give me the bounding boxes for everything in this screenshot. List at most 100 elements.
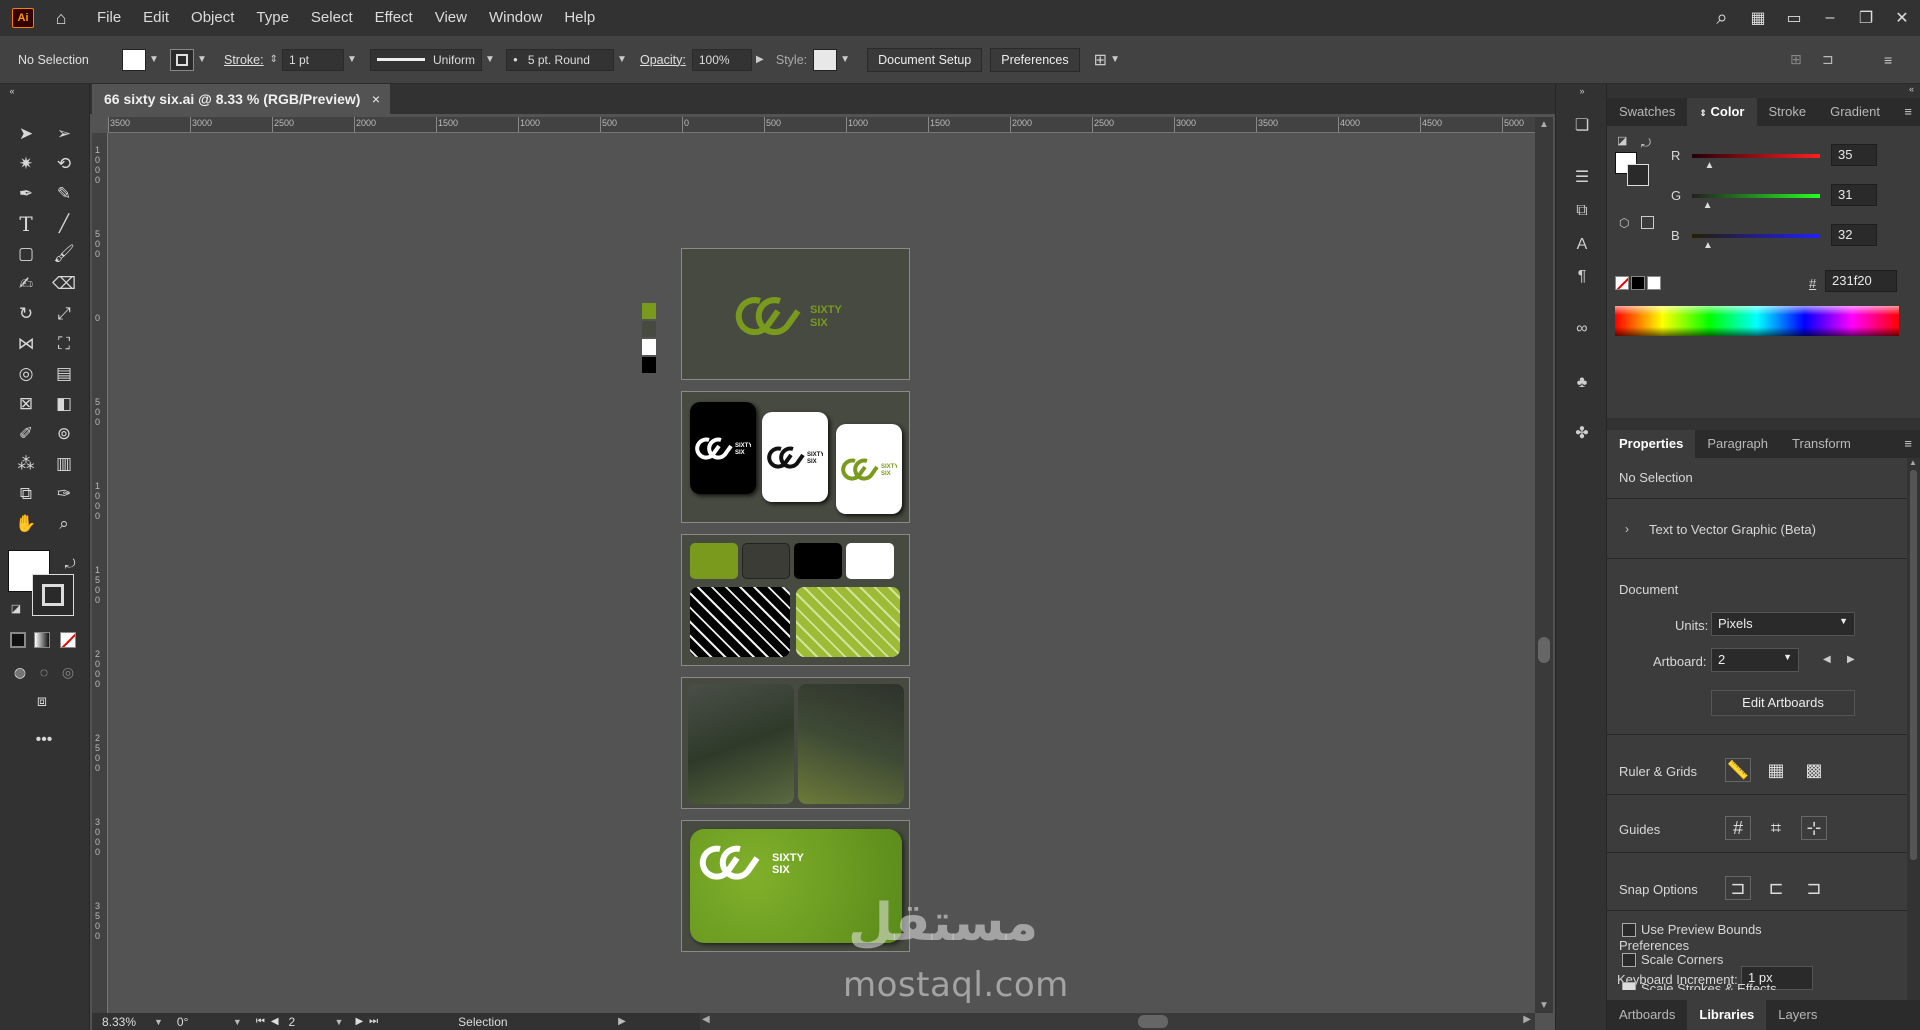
chevron-down-icon[interactable]: ▼	[154, 1017, 163, 1027]
opacity-field[interactable]: 100%	[691, 48, 752, 71]
tab-paragraph[interactable]: Paragraph	[1695, 430, 1780, 458]
menu-object[interactable]: Object	[180, 0, 245, 36]
edit-artboards-button[interactable]: Edit Artboards	[1711, 690, 1855, 716]
document-setup-button[interactable]: Document Setup	[867, 47, 983, 72]
fill-swatch[interactable]	[122, 48, 146, 71]
graphic-style-swatch[interactable]	[813, 48, 838, 71]
none-color-swatch[interactable]	[1615, 276, 1629, 290]
align-panel-icon[interactable]: ☰	[1568, 164, 1596, 190]
vertical-scroll-thumb[interactable]	[1538, 637, 1550, 663]
symbol-sprayer-tool-icon[interactable]: ⁂	[12, 450, 40, 478]
slice-tool-icon[interactable]: ✑	[50, 480, 78, 508]
chevron-down-icon[interactable]: ▼	[1107, 54, 1123, 65]
snap-to-grid-icon[interactable]: ⊏	[1763, 876, 1789, 900]
show-guides-icon[interactable]: #	[1725, 816, 1751, 840]
type-tool-icon[interactable]: T	[12, 210, 40, 238]
b-slider[interactable]	[1692, 234, 1820, 238]
tab-properties[interactable]: Properties	[1607, 430, 1696, 458]
rectangle-tool-icon[interactable]: ▢	[12, 240, 40, 268]
properties-menu-icon[interactable]: ≡	[1904, 430, 1912, 458]
menu-view[interactable]: View	[424, 0, 478, 36]
r-value-field[interactable]: 35	[1831, 144, 1877, 166]
artboard-select[interactable]: 2 ▼	[1711, 648, 1799, 672]
artboard-tool-icon[interactable]: ⧉	[12, 480, 40, 508]
arrange-documents-icon[interactable]: ▦	[1740, 8, 1776, 28]
swap-fill-stroke-icon[interactable]: ⤾	[56, 550, 84, 578]
free-transform-tool-icon[interactable]: ⛶	[50, 330, 78, 358]
snap-to-point-icon[interactable]: ⊐	[1725, 876, 1751, 900]
links-panel-icon[interactable]: ∞	[1568, 316, 1596, 342]
horizontal-scrollbar[interactable]: ◀ ▶	[700, 1013, 1535, 1030]
panel-default-icon[interactable]: ◪	[1617, 134, 1627, 147]
scroll-right-icon[interactable]: ▶	[1523, 1014, 1531, 1025]
curvature-tool-icon[interactable]: ✎	[50, 180, 78, 208]
stroke-swatch[interactable]	[170, 48, 194, 71]
tab-color[interactable]: ⇕ Color	[1687, 98, 1757, 126]
transform-panel-icon[interactable]: ⧉	[1568, 198, 1596, 224]
magic-wand-tool-icon[interactable]: ✷	[12, 150, 40, 178]
show-grid-icon[interactable]: ▦	[1763, 758, 1789, 782]
stroke-weight-field[interactable]: 1 pt	[282, 48, 344, 71]
g-slider[interactable]	[1692, 194, 1820, 198]
preferences-button[interactable]: Preferences	[990, 47, 1080, 72]
screen-mode-icon[interactable]: ⧈	[28, 688, 56, 716]
artboard-number[interactable]: 2	[289, 1015, 335, 1029]
color-spectrum[interactable]	[1615, 306, 1899, 336]
variable-width-profile[interactable]: Uniform	[370, 48, 482, 71]
next-artboard-icon[interactable]: ▶	[1847, 654, 1855, 665]
menu-select[interactable]: Select	[300, 0, 364, 36]
scale-tool-icon[interactable]: ⤢	[50, 300, 78, 328]
chevron-right-icon[interactable]: ›	[1625, 522, 1629, 536]
gradient-mode-icon[interactable]	[34, 632, 50, 648]
rotation-value[interactable]: 0°	[177, 1015, 233, 1029]
document-tab[interactable]: 66 sixty six.ai @ 8.33 % (RGB/Preview) ×	[92, 84, 390, 114]
b-value-field[interactable]: 32	[1831, 224, 1877, 246]
mesh-tool-icon[interactable]: ⊠	[12, 390, 40, 418]
previous-artboard-icon[interactable]: ◀	[271, 1016, 279, 1027]
text-to-vector-link[interactable]: Text to Vector Graphic (Beta)	[1649, 522, 1816, 537]
chevron-down-icon[interactable]: ▼	[614, 54, 630, 65]
chevron-down-icon[interactable]: ▼	[344, 54, 360, 65]
first-artboard-icon[interactable]: ⏮	[256, 1016, 265, 1027]
vertical-scrollbar[interactable]: ▲ ▼	[1535, 117, 1553, 1013]
default-fill-stroke-icon[interactable]: ◪	[2, 594, 30, 622]
menu-type[interactable]: Type	[245, 0, 300, 36]
out-of-gamut-icon[interactable]: ⬡	[1619, 216, 1629, 230]
zoom-tool-icon[interactable]: ⌕	[50, 510, 78, 538]
chevron-down-icon[interactable]: ▼	[146, 54, 162, 65]
artboard-canvas[interactable]: SIXTY SIX SIXTY SIX SIXTY SIX SIXTY SIX SIX…	[108, 133, 1535, 1013]
paintbrush-tool-icon[interactable]: 🖌	[50, 240, 78, 268]
smart-guides-icon[interactable]: ⊹	[1801, 816, 1827, 840]
expand-panels-icon[interactable]: «	[1909, 84, 1914, 94]
web-safe-icon[interactable]	[1641, 216, 1654, 229]
status-menu-icon[interactable]: ▶	[618, 1016, 626, 1027]
b-slider-thumb[interactable]: ▲	[1703, 240, 1713, 251]
paragraph-panel-icon[interactable]: ¶	[1568, 264, 1596, 290]
chevron-down-icon[interactable]: ▼	[837, 54, 853, 65]
align-icon[interactable]: ⊞	[1790, 51, 1802, 68]
next-artboard-icon[interactable]: ▶	[355, 1016, 363, 1027]
width-tool-icon[interactable]: ⋈	[12, 330, 40, 358]
snap-icon[interactable]: ⊐	[1822, 51, 1834, 68]
white-color-swatch[interactable]	[1647, 276, 1661, 290]
tab-stroke[interactable]: Stroke	[1757, 98, 1819, 126]
zoom-level[interactable]: 8.33%	[102, 1015, 154, 1029]
pen-tool-icon[interactable]: ✒	[12, 180, 40, 208]
color-panel-menu-icon[interactable]: ≡	[1904, 98, 1912, 126]
panel-swap-icon[interactable]: ⤾	[1641, 136, 1651, 151]
search-icon[interactable]: ⌕	[1704, 7, 1740, 30]
transparency-grid-icon[interactable]: ▩	[1801, 758, 1827, 782]
shaper-tool-icon[interactable]: ✍	[12, 270, 40, 298]
color-mode-icon[interactable]	[10, 632, 26, 648]
direct-selection-tool-icon[interactable]: ➢	[50, 120, 78, 148]
scale-corners-checkbox[interactable]	[1622, 953, 1636, 967]
menu-effect[interactable]: Effect	[364, 0, 424, 36]
g-slider-thumb[interactable]: ▲	[1703, 200, 1713, 211]
collapse-icon[interactable]: «	[0, 84, 24, 98]
artboard-logo[interactable]: SIXTY SIX	[681, 248, 910, 380]
last-artboard-icon[interactable]: ⏭	[369, 1016, 378, 1027]
brush-definition[interactable]: ● 5 pt. Round	[506, 48, 614, 71]
tab-layers[interactable]: Layers	[1766, 1000, 1829, 1030]
chevron-down-icon[interactable]: ▼	[335, 1017, 344, 1027]
chevron-down-icon[interactable]: ▼	[194, 54, 210, 65]
